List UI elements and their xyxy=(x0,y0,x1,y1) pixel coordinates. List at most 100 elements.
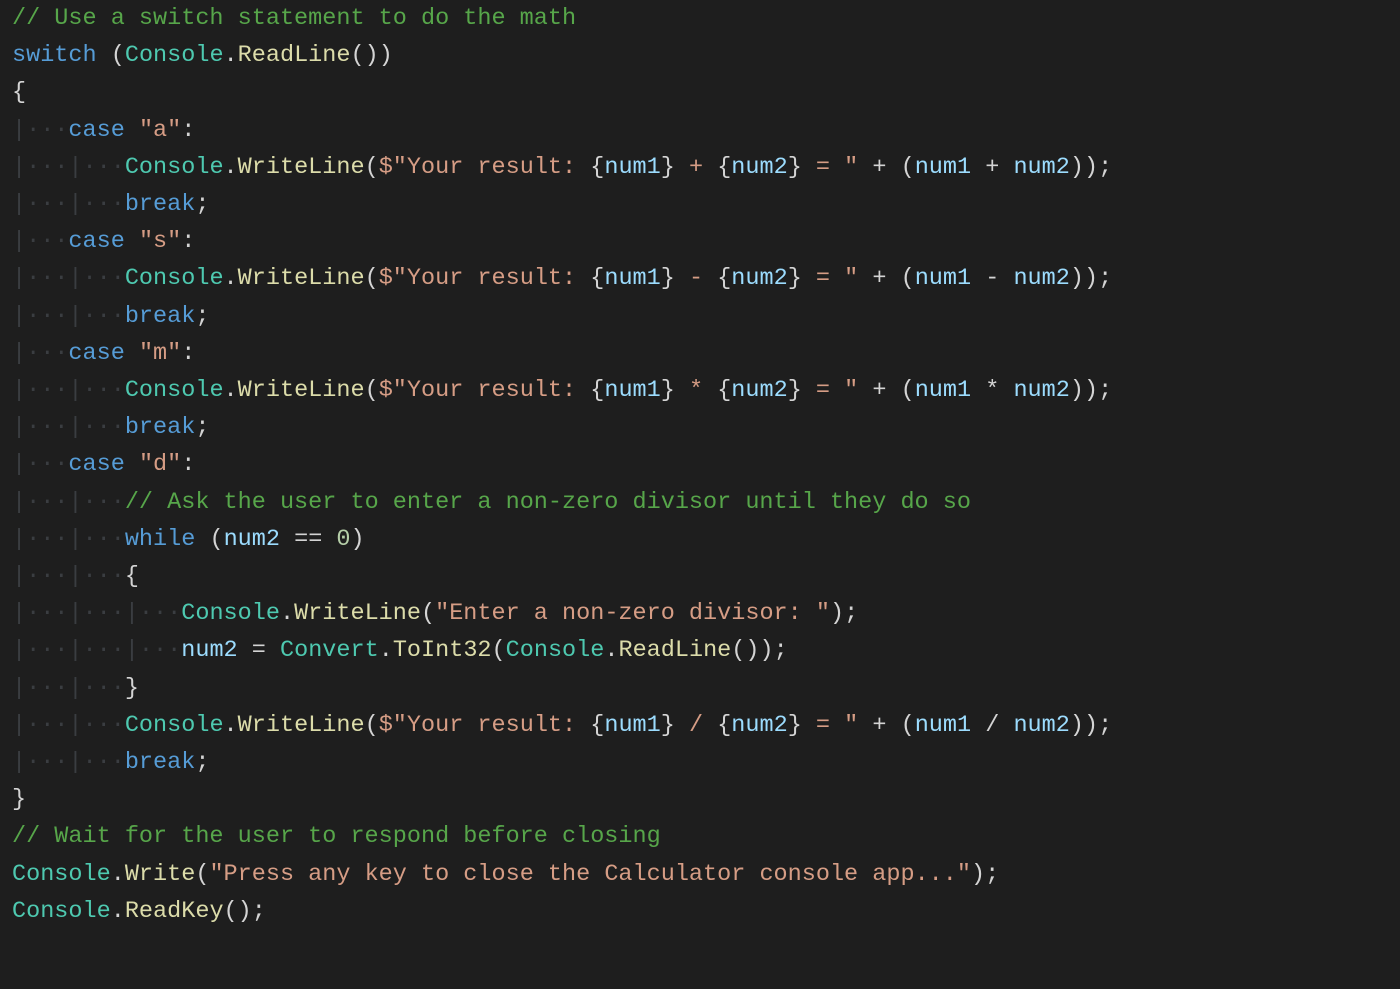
code-token: Console xyxy=(506,637,605,664)
code-token xyxy=(858,265,872,292)
code-token xyxy=(280,526,294,553)
code-line[interactable]: |···|···break; xyxy=(12,414,209,441)
code-token: } xyxy=(661,712,675,739)
indent-guide: |···|··· xyxy=(12,712,125,739)
code-token xyxy=(858,154,872,181)
code-token: num2 xyxy=(224,526,280,553)
code-token: + xyxy=(872,712,886,739)
code-token: . xyxy=(111,898,125,925)
code-line[interactable]: Console.ReadKey(); xyxy=(12,898,266,925)
code-line[interactable]: |···|···|···num2 = Convert.ToInt32(Conso… xyxy=(12,637,788,664)
code-line[interactable]: |···case "d": xyxy=(12,451,195,478)
code-line[interactable]: |···|···break; xyxy=(12,303,209,330)
indent-guide: |··· xyxy=(12,451,68,478)
code-token: )); xyxy=(1070,154,1112,181)
code-token: . xyxy=(280,600,294,627)
code-token: + xyxy=(872,265,886,292)
code-token xyxy=(971,712,985,739)
code-token: num2 xyxy=(1013,712,1069,739)
code-line[interactable]: { xyxy=(12,79,26,106)
code-token: Console xyxy=(125,377,224,404)
code-line[interactable]: Console.Write("Press any key to close th… xyxy=(12,861,999,888)
indent-guide: |···|··· xyxy=(12,526,125,553)
code-line[interactable]: |···|···Console.WriteLine($"Your result:… xyxy=(12,712,1112,739)
code-token: case xyxy=(68,117,124,144)
code-token: { xyxy=(590,265,604,292)
code-token: $"Your result: xyxy=(379,377,591,404)
code-token: ( xyxy=(365,712,379,739)
code-line[interactable]: switch (Console.ReadLine()) xyxy=(12,42,393,69)
code-token: num1 xyxy=(915,377,971,404)
code-line[interactable]: |···|···{ xyxy=(12,563,139,590)
code-token: num1 xyxy=(604,377,660,404)
code-line[interactable]: |···case "a": xyxy=(12,117,195,144)
code-line[interactable]: |···|···Console.WriteLine($"Your result:… xyxy=(12,377,1112,404)
code-line[interactable]: } xyxy=(12,786,26,813)
indent-guide: |···|··· xyxy=(12,377,125,404)
code-token: num2 xyxy=(1013,265,1069,292)
code-token: "s" xyxy=(139,228,181,255)
code-token xyxy=(125,117,139,144)
code-token: { xyxy=(717,377,731,404)
code-editor[interactable]: // Use a switch statement to do the math… xyxy=(0,0,1400,930)
code-token: // Wait for the user to respond before c… xyxy=(12,823,661,850)
code-token: } xyxy=(661,377,675,404)
indent-guide: |···|··· xyxy=(12,191,125,218)
code-content[interactable]: // Use a switch statement to do the math… xyxy=(0,0,1400,930)
code-token: } xyxy=(788,712,802,739)
code-token: : xyxy=(181,228,195,255)
code-token: { xyxy=(717,154,731,181)
code-token: WriteLine xyxy=(238,265,365,292)
code-line[interactable]: // Use a switch statement to do the math xyxy=(12,5,576,32)
code-line[interactable]: // Wait for the user to respond before c… xyxy=(12,823,661,850)
code-line[interactable]: |···|···|···Console.WriteLine("Enter a n… xyxy=(12,600,858,627)
code-token: ToInt32 xyxy=(393,637,492,664)
code-token xyxy=(971,154,985,181)
code-token: case xyxy=(68,340,124,367)
code-token: WriteLine xyxy=(238,154,365,181)
code-line[interactable]: |···|···break; xyxy=(12,191,209,218)
code-token: - xyxy=(675,265,717,292)
code-token: Write xyxy=(125,861,196,888)
code-token: ReadLine xyxy=(618,637,731,664)
code-token: WriteLine xyxy=(238,712,365,739)
code-token: $"Your result: xyxy=(379,265,591,292)
code-token: ( xyxy=(365,377,379,404)
code-line[interactable]: |···case "m": xyxy=(12,340,195,367)
code-token: num1 xyxy=(604,154,660,181)
code-token: + xyxy=(675,154,717,181)
code-line[interactable]: |···|···// Ask the user to enter a non-z… xyxy=(12,489,971,516)
code-token xyxy=(999,377,1013,404)
indent-guide: |···|··· xyxy=(12,265,125,292)
code-token: * xyxy=(675,377,717,404)
code-token: + xyxy=(872,377,886,404)
code-token: num2 xyxy=(1013,154,1069,181)
code-line[interactable]: |···|···} xyxy=(12,675,139,702)
code-token: Console xyxy=(125,712,224,739)
code-line[interactable]: |···|···Console.WriteLine($"Your result:… xyxy=(12,154,1112,181)
code-line[interactable]: |···|···Console.WriteLine($"Your result:… xyxy=(12,265,1112,292)
code-token xyxy=(971,265,985,292)
code-token xyxy=(858,712,872,739)
code-token: ( xyxy=(365,265,379,292)
code-token: / xyxy=(675,712,717,739)
code-token: ( xyxy=(901,265,915,292)
indent-guide: |···|··· xyxy=(12,749,125,776)
indent-guide: |···|··· xyxy=(12,563,125,590)
code-token: ; xyxy=(195,749,209,776)
indent-guide: |···|··· xyxy=(12,489,125,516)
code-token: num2 xyxy=(731,154,787,181)
code-token: Console xyxy=(125,42,224,69)
code-token xyxy=(97,42,111,69)
code-token: = xyxy=(252,637,266,664)
code-token: num1 xyxy=(604,712,660,739)
code-line[interactable]: |···case "s": xyxy=(12,228,195,255)
code-token: . xyxy=(111,861,125,888)
code-token: } xyxy=(788,265,802,292)
code-token: num2 xyxy=(731,265,787,292)
code-token: { xyxy=(12,79,26,106)
code-line[interactable]: |···|···while (num2 == 0) xyxy=(12,526,365,553)
code-token: switch xyxy=(12,42,97,69)
code-token: ( xyxy=(421,600,435,627)
code-line[interactable]: |···|···break; xyxy=(12,749,209,776)
